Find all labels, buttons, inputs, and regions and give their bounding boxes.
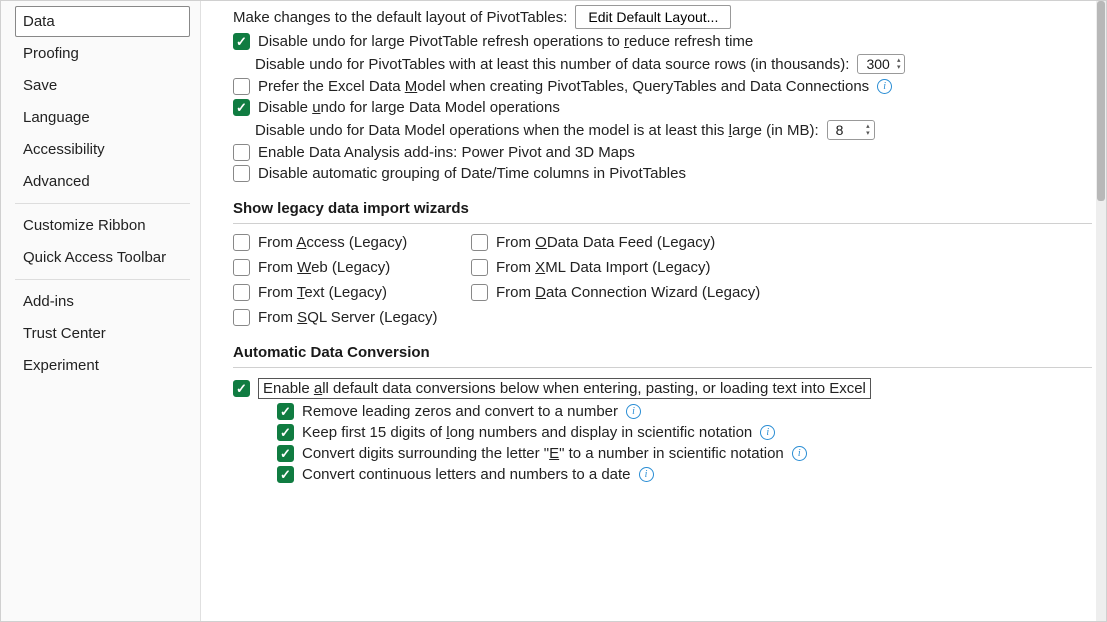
legacy-xml-label: From XML Data Import (Legacy) <box>496 259 711 276</box>
disable-undo-refresh-label: Disable undo for large PivotTable refres… <box>258 33 753 50</box>
conv-letter-e-row[interactable]: Convert digits surrounding the letter "E… <box>277 445 1092 462</box>
conv-letter-e-checkbox[interactable] <box>277 445 294 462</box>
legacy-access-label: From Access (Legacy) <box>258 234 407 251</box>
disable-undo-dm-size-spinbox[interactable]: 8 ▴▾ <box>827 120 875 140</box>
disable-grouping-row[interactable]: Disable automatic grouping of Date/Time … <box>233 165 1092 182</box>
disable-undo-dm-row[interactable]: Disable undo for large Data Model operat… <box>233 99 1092 116</box>
pivot-intro-label: Make changes to the default layout of Pi… <box>233 9 567 26</box>
disable-undo-refresh-row[interactable]: Disable undo for large PivotTable refres… <box>233 33 1092 50</box>
disable-undo-rows-spinbox[interactable]: 300 ▴▾ <box>857 54 905 74</box>
disable-undo-rows-label: Disable undo for PivotTables with at lea… <box>255 56 849 73</box>
disable-grouping-checkbox[interactable] <box>233 165 250 182</box>
legacy-text-row[interactable]: From Text (Legacy) <box>233 284 463 301</box>
sidebar-item-data[interactable]: Data <box>15 6 190 37</box>
conv-15-digits-label: Keep first 15 digits of long numbers and… <box>302 424 752 441</box>
conv-15-digits-row[interactable]: Keep first 15 digits of long numbers and… <box>277 424 1092 441</box>
legacy-text-label: From Text (Legacy) <box>258 284 387 301</box>
disable-undo-dm-size-label: Disable undo for Data Model operations w… <box>255 122 819 139</box>
sidebar-separator <box>15 279 190 280</box>
sidebar-item-advanced[interactable]: Advanced <box>15 166 190 197</box>
focus-rectangle: Enable all default data conversions belo… <box>258 378 871 399</box>
pivot-intro-row: Make changes to the default layout of Pi… <box>233 5 1092 29</box>
legacy-wizards-grid: From Access (Legacy) From OData Data Fee… <box>233 234 1092 326</box>
sidebar-item-save[interactable]: Save <box>15 70 190 101</box>
disable-undo-dm-checkbox[interactable] <box>233 99 250 116</box>
legacy-section-title: Show legacy data import wizards <box>233 200 1092 217</box>
enable-all-conversions-checkbox[interactable] <box>233 380 250 397</box>
spinbox-arrows-icon[interactable]: ▴▾ <box>866 123 870 137</box>
legacy-web-checkbox[interactable] <box>233 259 250 276</box>
legacy-access-row[interactable]: From Access (Legacy) <box>233 234 463 251</box>
legacy-dcw-checkbox[interactable] <box>471 284 488 301</box>
enable-addins-label: Enable Data Analysis add-ins: Power Pivo… <box>258 144 635 161</box>
conv-remove-zeros-label: Remove leading zeros and convert to a nu… <box>302 403 618 420</box>
legacy-odata-checkbox[interactable] <box>471 234 488 251</box>
info-icon[interactable] <box>626 404 641 419</box>
conv-letters-numbers-date-checkbox[interactable] <box>277 466 294 483</box>
legacy-odata-row[interactable]: From OData Data Feed (Legacy) <box>471 234 771 251</box>
scrollbar-thumb[interactable] <box>1097 1 1105 201</box>
legacy-access-checkbox[interactable] <box>233 234 250 251</box>
enable-addins-checkbox[interactable] <box>233 144 250 161</box>
prefer-data-model-checkbox[interactable] <box>233 78 250 95</box>
vertical-scrollbar[interactable] <box>1096 1 1106 621</box>
legacy-dcw-row[interactable]: From Data Connection Wizard (Legacy) <box>471 284 771 301</box>
disable-undo-rows-row: Disable undo for PivotTables with at lea… <box>255 54 1092 74</box>
sidebar-item-addins[interactable]: Add-ins <box>15 286 190 317</box>
conversion-section-title: Automatic Data Conversion <box>233 344 1092 361</box>
enable-addins-row[interactable]: Enable Data Analysis add-ins: Power Pivo… <box>233 144 1092 161</box>
prefer-data-model-row[interactable]: Prefer the Excel Data Model when creatin… <box>233 78 1092 95</box>
info-icon[interactable] <box>639 467 654 482</box>
conv-remove-zeros-row[interactable]: Remove leading zeros and convert to a nu… <box>277 403 1092 420</box>
conv-letters-numbers-date-label: Convert continuous letters and numbers t… <box>302 466 631 483</box>
legacy-xml-row[interactable]: From XML Data Import (Legacy) <box>471 259 771 276</box>
legacy-sql-row[interactable]: From SQL Server (Legacy) <box>233 309 463 326</box>
options-dialog: Data Proofing Save Language Accessibilit… <box>0 0 1107 622</box>
sidebar-item-accessibility[interactable]: Accessibility <box>15 134 190 165</box>
disable-undo-dm-label: Disable undo for large Data Model operat… <box>258 99 560 116</box>
options-sidebar: Data Proofing Save Language Accessibilit… <box>1 1 201 621</box>
enable-all-conversions-row[interactable]: Enable all default data conversions belo… <box>233 378 1092 399</box>
legacy-xml-checkbox[interactable] <box>471 259 488 276</box>
sidebar-item-qat[interactable]: Quick Access Toolbar <box>15 242 190 273</box>
enable-all-conversions-label: Enable all default data conversions belo… <box>263 380 866 397</box>
info-icon[interactable] <box>792 446 807 461</box>
conv-letter-e-label: Convert digits surrounding the letter "E… <box>302 445 784 462</box>
sidebar-item-language[interactable]: Language <box>15 102 190 133</box>
sidebar-item-trust-center[interactable]: Trust Center <box>15 318 190 349</box>
legacy-sql-label: From SQL Server (Legacy) <box>258 309 438 326</box>
info-icon[interactable] <box>877 79 892 94</box>
disable-undo-refresh-checkbox[interactable] <box>233 33 250 50</box>
conv-letters-numbers-date-row[interactable]: Convert continuous letters and numbers t… <box>277 466 1092 483</box>
edit-default-layout-button[interactable]: Edit Default Layout... <box>575 5 731 29</box>
disable-undo-dm-size-row: Disable undo for Data Model operations w… <box>255 120 1092 140</box>
conv-remove-zeros-checkbox[interactable] <box>277 403 294 420</box>
legacy-web-label: From Web (Legacy) <box>258 259 390 276</box>
sidebar-separator <box>15 203 190 204</box>
sidebar-item-proofing[interactable]: Proofing <box>15 38 190 69</box>
legacy-dcw-label: From Data Connection Wizard (Legacy) <box>496 284 760 301</box>
sidebar-item-customize-ribbon[interactable]: Customize Ribbon <box>15 210 190 241</box>
prefer-data-model-label: Prefer the Excel Data Model when creatin… <box>258 78 869 95</box>
spinbox-value: 8 <box>836 122 850 138</box>
legacy-odata-label: From OData Data Feed (Legacy) <box>496 234 715 251</box>
legacy-web-row[interactable]: From Web (Legacy) <box>233 259 463 276</box>
spinbox-value: 300 <box>866 56 895 72</box>
section-rule <box>233 367 1092 368</box>
options-content: Make changes to the default layout of Pi… <box>201 1 1106 621</box>
section-rule <box>233 223 1092 224</box>
sidebar-item-experiment[interactable]: Experiment <box>15 350 190 381</box>
info-icon[interactable] <box>760 425 775 440</box>
spinbox-arrows-icon[interactable]: ▴▾ <box>897 57 901 71</box>
disable-grouping-label: Disable automatic grouping of Date/Time … <box>258 165 686 182</box>
legacy-text-checkbox[interactable] <box>233 284 250 301</box>
conv-15-digits-checkbox[interactable] <box>277 424 294 441</box>
legacy-sql-checkbox[interactable] <box>233 309 250 326</box>
